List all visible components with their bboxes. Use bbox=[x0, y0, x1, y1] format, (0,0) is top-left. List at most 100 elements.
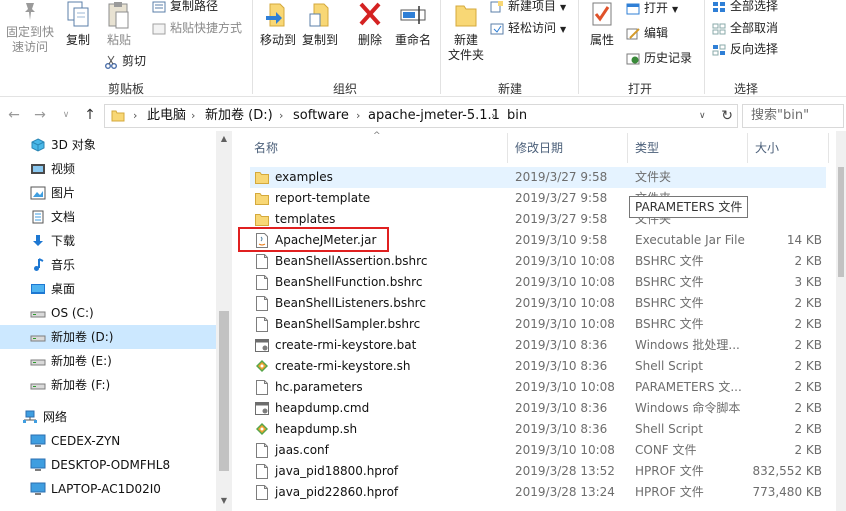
up-arrow-icon[interactable]: ↑ bbox=[80, 101, 100, 129]
column-divider[interactable] bbox=[747, 133, 748, 163]
properties-button[interactable]: 属性 bbox=[586, 0, 618, 48]
edit-button[interactable]: 编辑 bbox=[626, 23, 668, 43]
file-date: 2019/3/10 10:08 bbox=[515, 254, 615, 268]
select-all-icon bbox=[712, 1, 726, 13]
file-row[interactable]: heapdump.sh 2019/3/10 8:36 Shell Script 2 K… bbox=[250, 419, 826, 440]
delete-icon bbox=[359, 2, 381, 26]
breadcrumb-jmeter[interactable]: apache-jmeter-5.1.1 bbox=[368, 105, 500, 127]
nav-item[interactable]: 图片 bbox=[0, 181, 216, 205]
column-divider[interactable] bbox=[828, 133, 829, 163]
scroll-down-icon[interactable]: ▼ bbox=[216, 493, 232, 509]
new-item-button[interactable]: 新建项目 ▼ bbox=[490, 0, 566, 16]
move-to-button[interactable]: 移动到 bbox=[258, 0, 298, 48]
file-row[interactable]: heapdump.cmd 2019/3/10 8:36 Windows 命令脚本 2 … bbox=[250, 398, 826, 419]
easy-access-button[interactable]: 轻松访问 ▼ bbox=[490, 18, 566, 38]
refresh-icon[interactable]: ↻ bbox=[721, 105, 733, 127]
folder-icon bbox=[255, 212, 269, 227]
desktop-folder-icon bbox=[30, 282, 46, 296]
pin-to-quick-access-button[interactable]: 固定到快 速访问 bbox=[4, 0, 56, 55]
new-folder-button[interactable]: 新建 文件夹 bbox=[446, 0, 486, 63]
nav-item[interactable]: CEDEX-ZYN bbox=[0, 429, 216, 453]
copy-to-button[interactable]: 复制到 bbox=[300, 0, 340, 48]
breadcrumb-software[interactable]: software bbox=[293, 105, 349, 127]
address-dropdown-icon[interactable]: ∨ bbox=[699, 105, 706, 127]
select-none-button[interactable]: 全部取消 bbox=[712, 18, 778, 38]
rename-button[interactable]: 重命名 bbox=[392, 0, 434, 48]
breadcrumb-drive-d[interactable]: 新加卷 (D:) bbox=[205, 105, 273, 127]
file-row[interactable]: create-rmi-keystore.bat 2019/3/10 8:36 Win… bbox=[250, 335, 826, 356]
paste-shortcut-label: 粘贴快捷方式 bbox=[170, 21, 243, 35]
nav-item[interactable]: 3D 对象 bbox=[0, 133, 216, 157]
nav-item[interactable]: 下载 bbox=[0, 229, 216, 253]
recent-locations-icon[interactable]: ∨ bbox=[56, 101, 76, 129]
file-size: 2 KB bbox=[794, 296, 822, 310]
file-list-scrollbar[interactable] bbox=[836, 131, 846, 511]
select-none-icon bbox=[712, 23, 726, 35]
nav-scrollbar-thumb[interactable] bbox=[219, 311, 229, 471]
file-type: CONF 文件 bbox=[635, 443, 697, 457]
network-icon bbox=[22, 410, 38, 424]
file-row[interactable]: jaas.conf 2019/3/10 10:08 CONF 文件 2 KB bbox=[250, 440, 826, 461]
search-input[interactable]: 搜索"bin" bbox=[742, 104, 844, 128]
paste-button[interactable]: 粘贴 bbox=[100, 0, 138, 48]
file-row[interactable]: BeanShellSampler.bshrc 2019/3/10 10:08 BSH… bbox=[250, 314, 826, 335]
file-row[interactable]: java_pid22860.hprof 2019/3/28 13:24 HPROF … bbox=[250, 482, 826, 503]
file-row[interactable]: BeanShellFunction.bshrc 2019/3/10 10:08 BS… bbox=[250, 272, 826, 293]
move-to-label: 移动到 bbox=[259, 33, 296, 47]
nav-item[interactable]: LAPTOP-AC1D02I0 bbox=[0, 477, 216, 501]
copy-path-label: 复制路径 bbox=[170, 0, 219, 13]
cut-button[interactable]: 剪切 bbox=[104, 51, 146, 71]
copy-path-button[interactable]: 复制路径 bbox=[152, 0, 218, 16]
file-size: 2 KB bbox=[794, 443, 822, 457]
history-button[interactable]: 历史记录 bbox=[626, 48, 692, 68]
nav-item[interactable]: 新加卷 (F:) bbox=[0, 373, 216, 397]
open-icon bbox=[626, 3, 640, 15]
file-row[interactable]: hc.parameters 2019/3/10 10:08 PARAMETERS 文… bbox=[250, 377, 826, 398]
ribbon: 固定到快 速访问 复制 粘贴 复制路径 粘贴快捷方式 剪切 剪贴板 移动到 复制… bbox=[0, 0, 846, 97]
paste-shortcut-button[interactable]: 粘贴快捷方式 bbox=[152, 18, 242, 38]
file-list-scrollbar-thumb[interactable] bbox=[838, 167, 844, 277]
nav-item[interactable]: 新加卷 (E:) bbox=[0, 349, 216, 373]
pin-icon bbox=[25, 3, 35, 20]
open-button[interactable]: 打开 ▼ bbox=[626, 0, 678, 18]
file-row[interactable]: java_pid18800.hprof 2019/3/28 13:52 HPROF … bbox=[250, 461, 826, 482]
nav-item[interactable]: 文档 bbox=[0, 205, 216, 229]
file-type: 文件夹 bbox=[635, 170, 672, 184]
nav-item[interactable]: DESKTOP-ODMFHL8 bbox=[0, 453, 216, 477]
file-row[interactable]: BeanShellListeners.bshrc 2019/3/10 10:08 B… bbox=[250, 293, 826, 314]
column-header-type[interactable]: 类型 bbox=[635, 136, 659, 160]
breadcrumb-this-pc[interactable]: 此电脑 bbox=[147, 105, 186, 127]
file-name: heapdump.cmd bbox=[275, 401, 370, 415]
invert-selection-button[interactable]: 反向选择 bbox=[712, 39, 778, 59]
column-divider[interactable] bbox=[507, 133, 508, 163]
nav-item[interactable]: 桌面 bbox=[0, 277, 216, 301]
address-box[interactable]: › 此电脑 › 新加卷 (D:) › software › apache-jme… bbox=[104, 104, 738, 128]
file-row[interactable]: BeanShellAssertion.bshrc 2019/3/10 10:08 B… bbox=[250, 251, 826, 272]
file-row[interactable]: create-rmi-keystore.sh 2019/3/10 8:36 Shel… bbox=[250, 356, 826, 377]
properties-label: 属性 bbox=[589, 33, 614, 47]
forward-arrow-icon[interactable]: → bbox=[30, 101, 50, 129]
delete-button[interactable]: 删除 bbox=[352, 0, 388, 48]
nav-item[interactable]: OS (C:) bbox=[0, 301, 216, 325]
file-row[interactable]: examples 2019/3/27 9:58 文件夹 bbox=[250, 167, 826, 188]
breadcrumb-bin[interactable]: bin bbox=[507, 105, 527, 127]
drive-icon bbox=[30, 330, 46, 344]
file-date: 2019/3/27 9:58 bbox=[515, 191, 608, 205]
file-date: 2019/3/28 13:24 bbox=[515, 485, 615, 499]
select-all-label: 全部选择 bbox=[730, 0, 779, 13]
column-divider[interactable] bbox=[627, 133, 628, 163]
column-header-size[interactable]: 大小 bbox=[755, 136, 779, 160]
file-date: 2019/3/10 9:58 bbox=[515, 233, 608, 247]
nav-item[interactable]: 网络 bbox=[0, 405, 216, 429]
back-arrow-icon[interactable]: ← bbox=[4, 101, 24, 129]
copy-button[interactable]: 复制 bbox=[60, 0, 96, 48]
nav-scrollbar[interactable]: ▲ ▼ bbox=[216, 131, 232, 511]
nav-item[interactable]: 音乐 bbox=[0, 253, 216, 277]
nav-item[interactable]: 新加卷 (D:) bbox=[0, 325, 216, 349]
select-all-button[interactable]: 全部选择 bbox=[712, 0, 778, 16]
column-header-date[interactable]: 修改日期 bbox=[515, 136, 563, 160]
column-header-name[interactable]: 名称 bbox=[254, 136, 278, 160]
scroll-up-icon[interactable]: ▲ bbox=[216, 131, 232, 147]
nav-item[interactable]: 视频 bbox=[0, 157, 216, 181]
dropdown-arrow-icon: ▼ bbox=[560, 3, 567, 12]
